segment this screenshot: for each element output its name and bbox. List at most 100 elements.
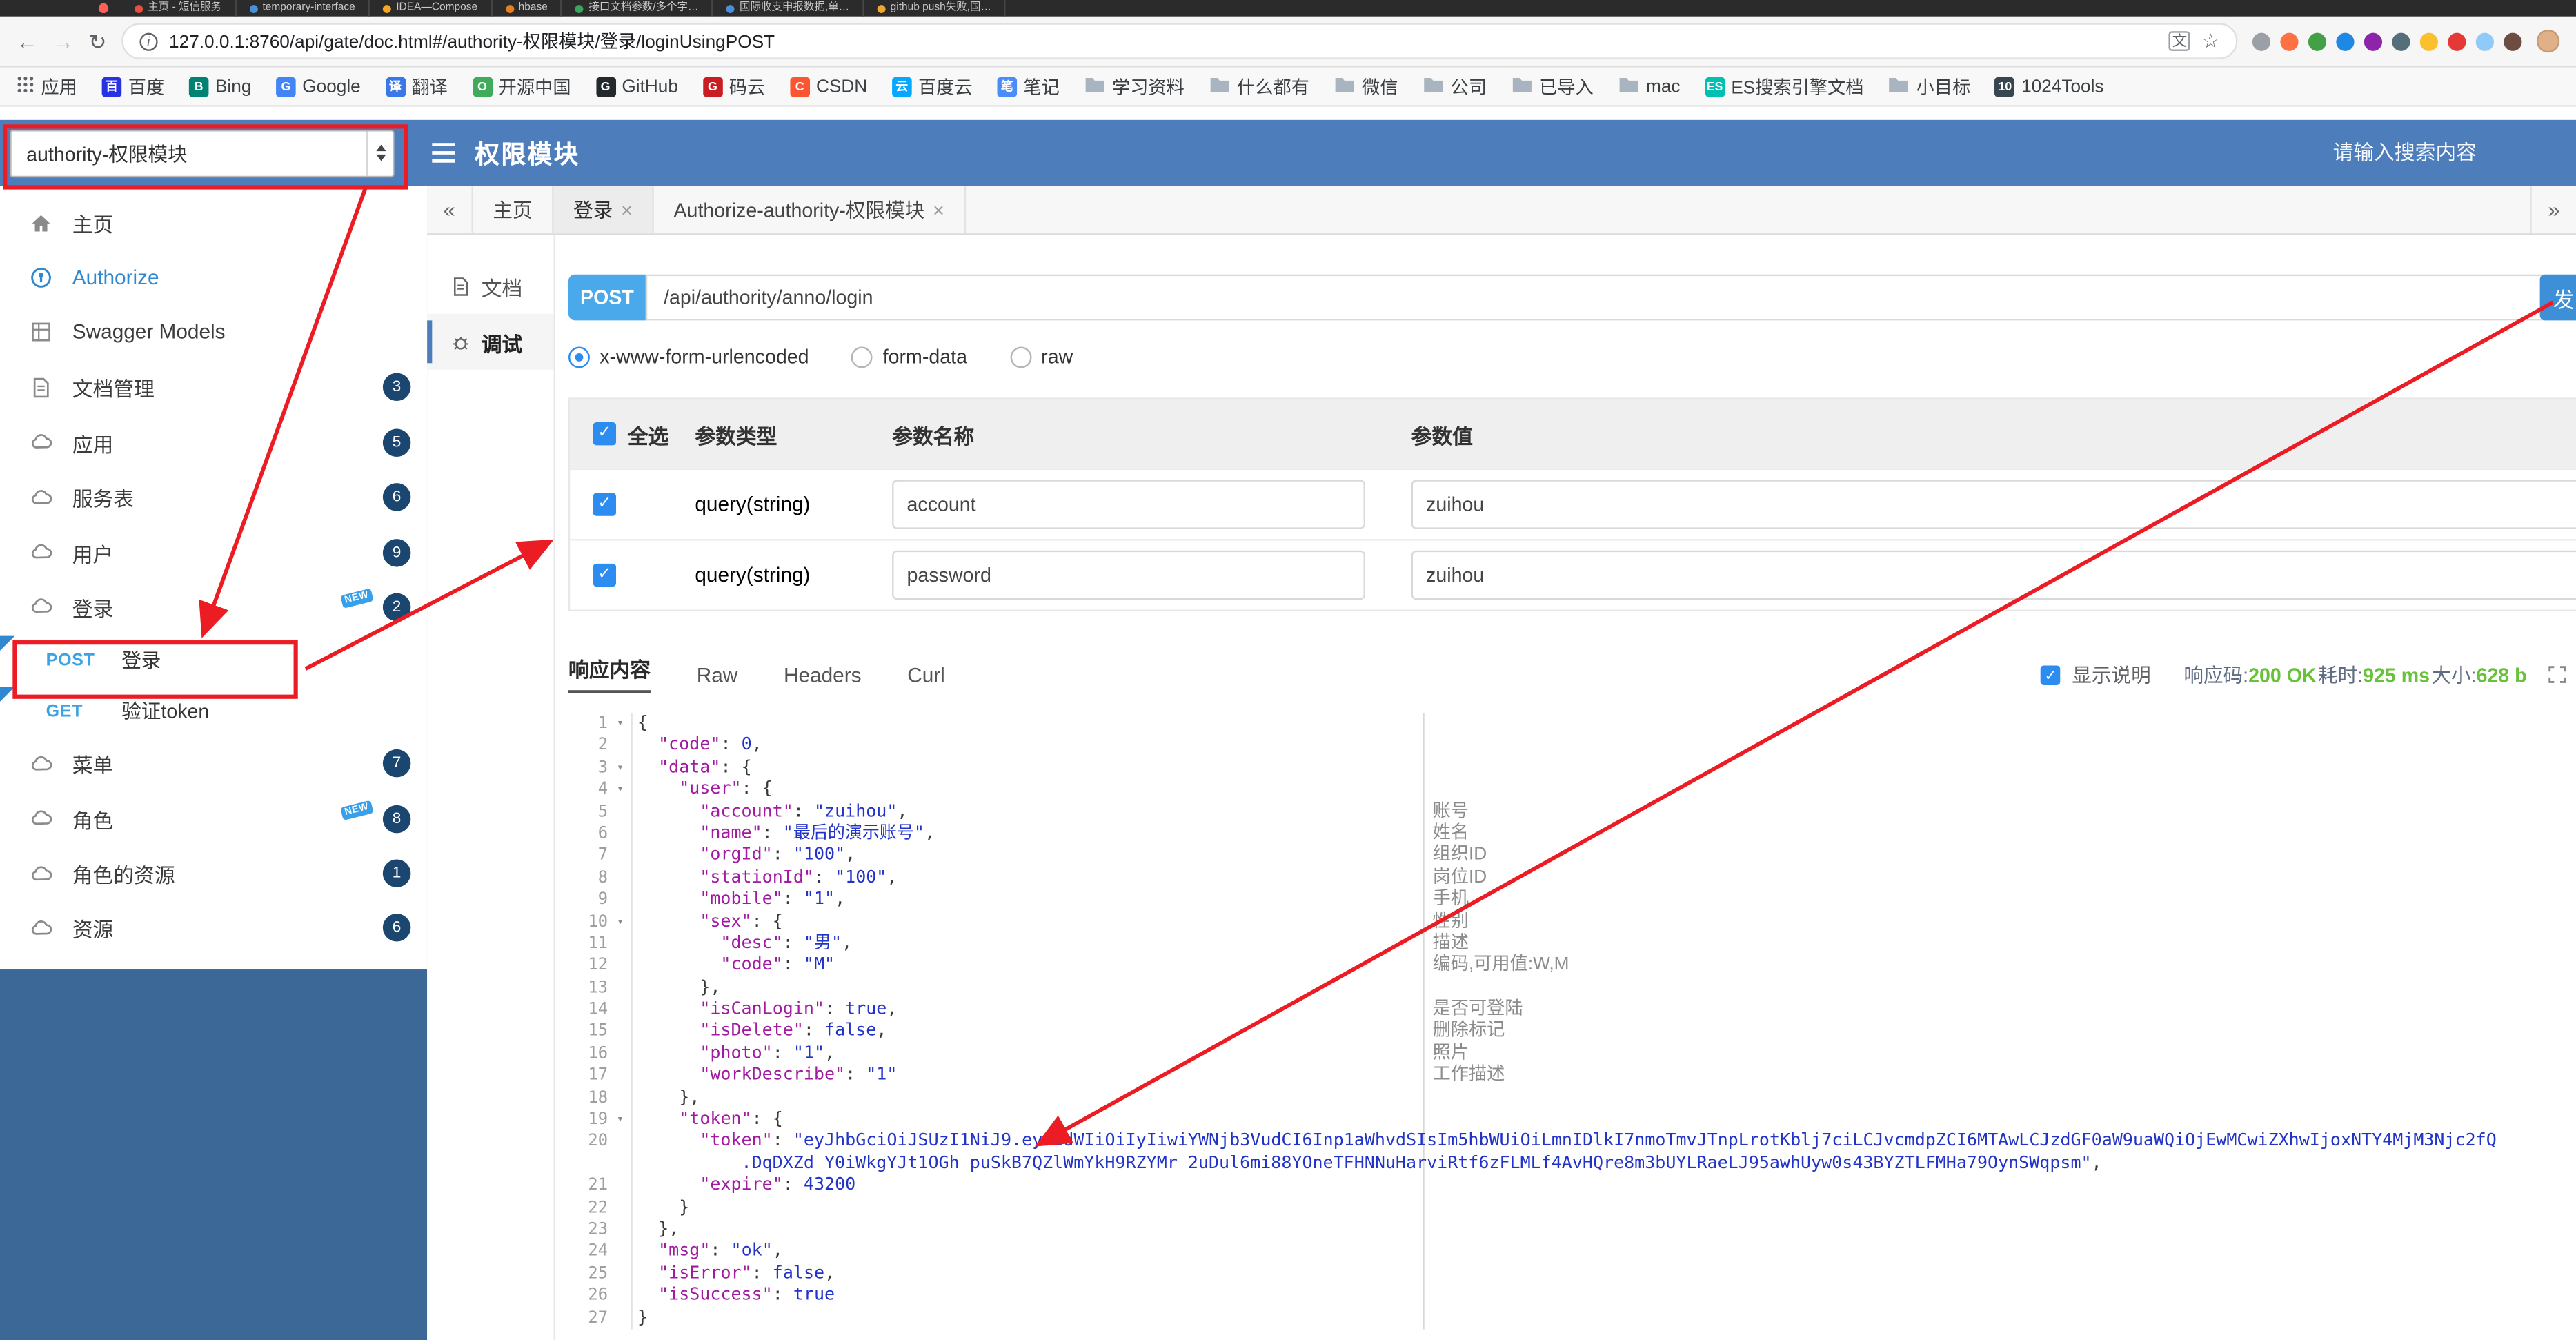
extension-icon[interactable] <box>2448 32 2466 50</box>
browser-tab[interactable]: temporary-interface <box>236 0 370 17</box>
back-button[interactable]: ← <box>17 30 38 52</box>
sidebar-item-文档管理[interactable]: 文档管理 3 <box>0 360 427 415</box>
extension-icon[interactable] <box>2504 32 2522 50</box>
sidebar-item-角色的资源[interactable]: 角色的资源 1 <box>0 846 427 901</box>
fold-icon[interactable]: ▾ <box>611 912 629 934</box>
line-number[interactable]: 27 <box>568 1308 611 1330</box>
line-number[interactable]: 3 <box>568 757 611 779</box>
content-type-radio-raw[interactable]: raw <box>1009 345 1073 368</box>
line-number[interactable]: 25 <box>568 1263 611 1285</box>
line-number[interactable]: 8 <box>568 867 611 889</box>
line-number[interactable]: 9 <box>568 889 611 912</box>
more-tabs-icon[interactable]: » <box>2530 186 2576 234</box>
doc-tab-Authorize-authority-权限模块[interactable]: Authorize-authority-权限模块 × <box>654 186 966 234</box>
tab-close-icon[interactable]: × <box>621 198 633 221</box>
line-number[interactable]: 14 <box>568 999 611 1021</box>
sidebar-item-服务表[interactable]: 服务表 6 <box>0 470 427 525</box>
bookmark-item[interactable]: 微信 <box>1334 72 1398 101</box>
line-number[interactable]: 16 <box>568 1043 611 1065</box>
sidebar-item-菜单[interactable]: 菜单 7 <box>0 736 427 791</box>
bookmark-item[interactable]: 译翻译 <box>385 73 448 99</box>
tab-close-icon[interactable]: × <box>933 198 944 221</box>
line-number[interactable]: 22 <box>568 1197 611 1219</box>
line-number[interactable]: 5 <box>568 801 611 823</box>
bookmark-item[interactable]: ES ES搜索引擎文档 <box>1705 73 1863 99</box>
response-tab-Raw[interactable]: Raw <box>697 664 738 693</box>
param-value-input[interactable] <box>1411 480 2576 529</box>
profile-avatar[interactable] <box>2536 29 2560 53</box>
browser-tab[interactable]: hbase <box>493 0 563 17</box>
fold-icon[interactable]: ▾ <box>611 1110 629 1132</box>
sidebar-item-主页[interactable]: 主页 <box>0 195 427 250</box>
send-button[interactable]: 发送 <box>2539 274 2576 321</box>
page-info-icon[interactable]: i <box>139 32 158 50</box>
bookmark-item[interactable]: G 码云 <box>702 73 765 99</box>
bookmark-item[interactable]: G GitHub <box>595 76 678 97</box>
line-number[interactable]: 1 <box>568 713 611 736</box>
line-number[interactable]: 11 <box>568 933 611 955</box>
response-code-editor[interactable]: 1 ▾{2 "code": 0, 3 ▾ "data": {4 ▾ "user": {5… <box>568 713 2576 1330</box>
api-path-input[interactable] <box>645 274 2544 321</box>
line-number[interactable]: 4 <box>568 779 611 801</box>
extension-icon[interactable] <box>2308 32 2327 50</box>
reload-button[interactable]: ↻ <box>89 30 107 52</box>
browser-tab[interactable]: 国际收支申报数据,单… <box>713 0 864 17</box>
sidebar-item-Swagger Models[interactable]: Swagger Models <box>0 305 427 360</box>
response-tab-响应内容[interactable]: 响应内容 <box>568 652 651 693</box>
window-close-icon[interactable] <box>98 3 109 14</box>
content-type-radio-form-data[interactable]: form-data <box>851 345 967 368</box>
menu-toggle-icon[interactable] <box>432 143 455 163</box>
translate-icon[interactable]: 文 <box>2168 31 2190 51</box>
extension-icon[interactable] <box>2280 32 2299 50</box>
doc-tab-登录[interactable]: 登录 × <box>553 186 654 234</box>
browser-tab[interactable]: 接口文档参数/多个字… <box>562 0 713 17</box>
show-desc-checkbox[interactable]: ✓ <box>2041 664 2061 684</box>
line-number[interactable]: 21 <box>568 1175 611 1197</box>
extension-icon[interactable] <box>2336 32 2355 50</box>
row-checkbox[interactable]: ✓ <box>593 563 617 587</box>
doc-tab-主页[interactable]: 主页 <box>473 186 554 234</box>
bookmark-item[interactable]: 学习资料 <box>1084 72 1185 101</box>
content-type-radio-x-www-form-urlencoded[interactable]: x-www-form-urlencoded <box>568 345 809 368</box>
collapse-tabs-icon[interactable]: « <box>427 186 473 234</box>
sidebar-item-用户[interactable]: 用户 9 <box>0 524 427 580</box>
fold-icon[interactable]: ▾ <box>611 757 629 779</box>
module-select[interactable]: authority-权限模块 <box>10 128 395 177</box>
param-name-input[interactable] <box>892 550 1365 600</box>
extension-icon[interactable] <box>2252 32 2271 50</box>
line-number[interactable]: 6 <box>568 823 611 845</box>
browser-tab[interactable]: IDEA—Compose <box>370 0 493 17</box>
sidebar-item-资源[interactable]: 资源 6 <box>0 901 427 956</box>
tab-debug[interactable]: 调试 <box>427 313 554 370</box>
line-number[interactable]: 7 <box>568 845 611 867</box>
expand-icon[interactable] <box>2548 665 2566 683</box>
sidebar-item-Authorize[interactable]: Authorize <box>0 250 427 306</box>
param-name-input[interactable] <box>892 480 1365 529</box>
extension-icon[interactable] <box>2392 32 2410 50</box>
extension-icon[interactable] <box>2419 32 2438 50</box>
browser-tab[interactable]: 主页 - 短信服务 <box>121 0 237 17</box>
row-checkbox[interactable]: ✓ <box>593 493 617 516</box>
search-input[interactable] <box>2332 141 2514 165</box>
bookmark-item[interactable]: B Bing <box>188 76 251 97</box>
fold-icon[interactable]: ▾ <box>611 713 629 736</box>
extension-icon[interactable] <box>2364 32 2383 50</box>
fold-icon[interactable]: ▾ <box>611 779 629 801</box>
tab-document[interactable]: 文档 <box>427 258 553 314</box>
line-number[interactable]: 18 <box>568 1087 611 1110</box>
forward-button[interactable]: → <box>52 30 74 52</box>
bookmark-item[interactable]: 已导入 <box>1512 72 1594 101</box>
line-number[interactable]: 10 <box>568 912 611 934</box>
api-item-POST-登录[interactable]: POST 登录 <box>0 635 427 686</box>
line-number[interactable]: 13 <box>568 977 611 999</box>
bookmark-item[interactable]: O 开源中国 <box>472 73 571 99</box>
bookmark-item[interactable]: 10 1024Tools <box>1994 76 2104 97</box>
bookmark-item[interactable]: 应用 <box>17 72 77 101</box>
address-bar[interactable]: i 127.0.0.1:8760/api/gate/doc.html#/auth… <box>121 23 2238 59</box>
line-number[interactable]: 12 <box>568 955 611 977</box>
line-number[interactable]: 20 <box>568 1131 611 1153</box>
bookmark-item[interactable]: 什么都有 <box>1209 72 1309 101</box>
response-tab-Headers[interactable]: Headers <box>784 664 862 693</box>
api-item-GET-验证token[interactable]: GET 验证token <box>0 685 427 736</box>
browser-tab[interactable]: github push失败,国… <box>864 0 1007 17</box>
